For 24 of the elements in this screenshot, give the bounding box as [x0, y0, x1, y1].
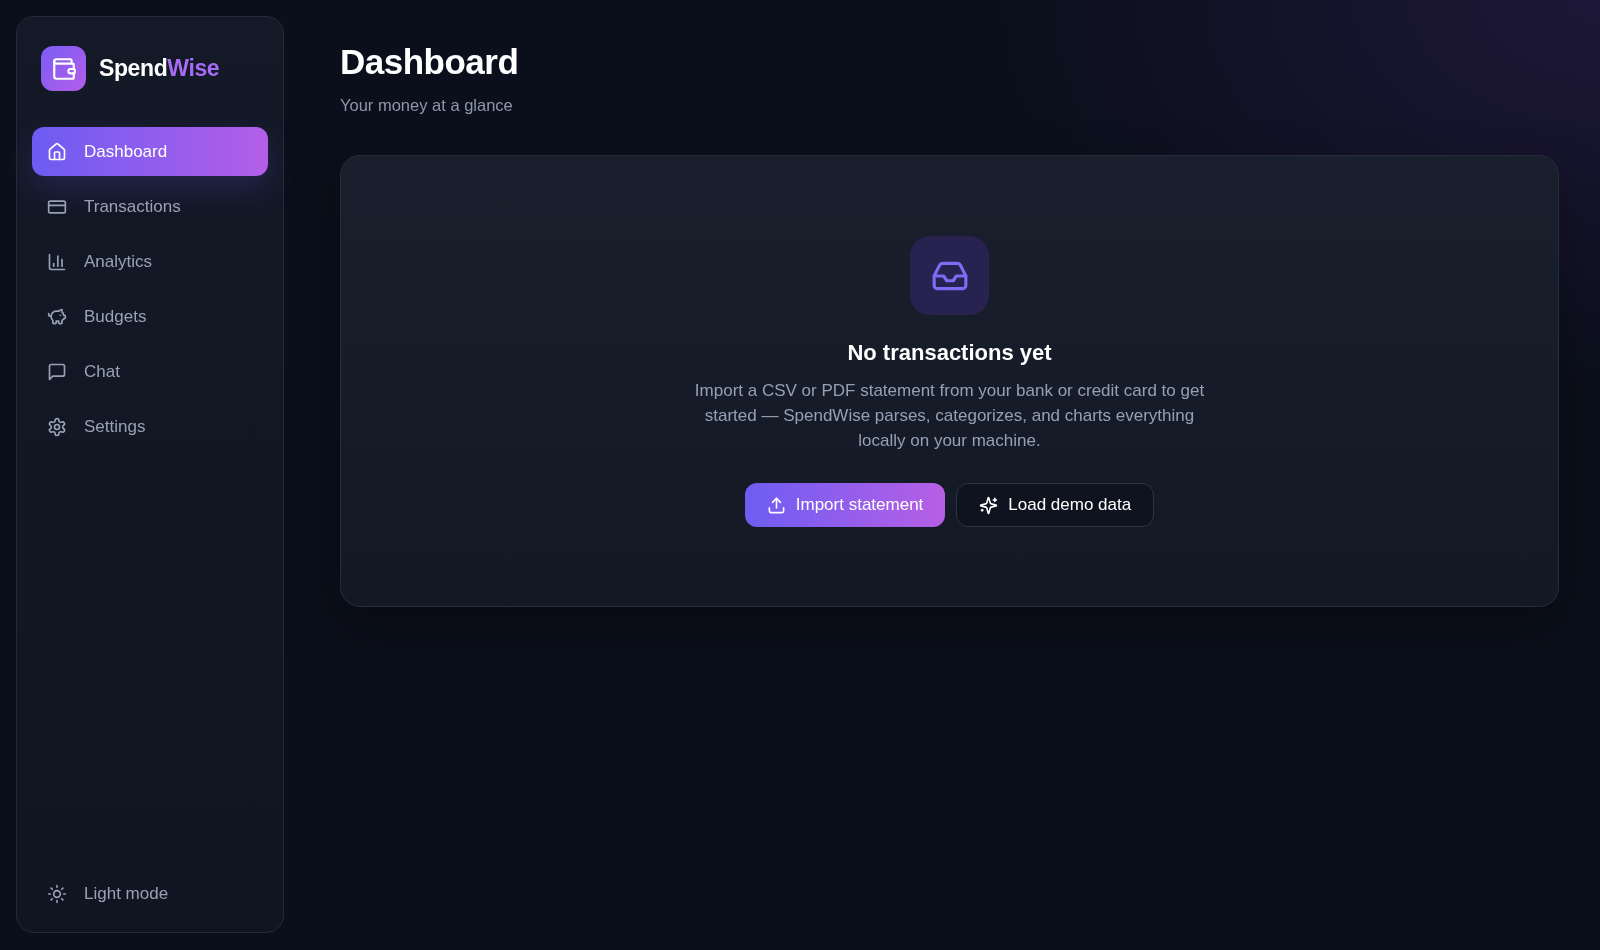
settings-icon	[47, 416, 67, 437]
brand-name: SpendWise	[99, 55, 220, 82]
piggy-bank-icon	[47, 306, 67, 327]
nav-item[interactable]: Budgets	[32, 292, 268, 341]
wallet-icon	[41, 46, 86, 91]
nav-item[interactable]: Analytics	[32, 237, 268, 286]
nav-item[interactable]: Transactions	[32, 182, 268, 231]
home-icon	[47, 141, 67, 162]
inbox-icon	[910, 236, 989, 315]
sparkles-icon	[979, 495, 999, 515]
empty-state-title: No transactions yet	[847, 339, 1052, 367]
bar-chart-icon	[47, 251, 67, 272]
sun-icon	[47, 883, 67, 904]
import-button[interactable]: Import statement	[744, 483, 946, 527]
upload-icon	[766, 495, 786, 515]
nav-item[interactable]: Settings	[32, 402, 268, 451]
page-subtitle: Your money at a glance	[340, 95, 514, 116]
empty-state-description: Import a CSV or PDF statement from your bank or credit card to get started — SpendWise parses, categorizes, and charts everything locally on your machine.	[693, 380, 1206, 452]
nav-item[interactable]: Dashboard	[32, 127, 268, 176]
page-title: Dashboard	[340, 42, 520, 82]
theme-toggle[interactable]: Light mode	[32, 869, 268, 918]
demo-data-button[interactable]: Load demo data	[956, 483, 1155, 527]
nav-item[interactable]: Chat	[32, 347, 268, 396]
chat-bubble-icon	[47, 361, 67, 382]
